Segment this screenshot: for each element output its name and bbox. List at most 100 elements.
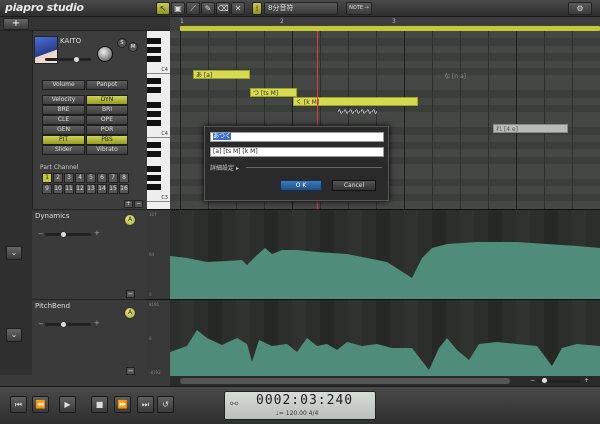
mute-button[interactable]: M — [128, 42, 138, 52]
collapse-param-button[interactable]: − — [126, 367, 135, 375]
channel-button[interactable]: 9 — [42, 184, 52, 194]
channel-button[interactable]: 4 — [75, 173, 85, 183]
channel-button[interactable]: 15 — [108, 184, 118, 194]
channel-button[interactable]: 7 — [108, 173, 118, 183]
go-end-button[interactable]: ⏭ — [137, 396, 154, 413]
bre-button[interactable]: BRE — [42, 105, 85, 115]
volume-button[interactable]: Volume — [42, 80, 85, 90]
add-param-button[interactable]: + — [124, 200, 133, 208]
zoom-slider-thumb[interactable] — [541, 377, 548, 384]
param-slider[interactable] — [45, 323, 91, 326]
snap-select[interactable]: 8分音符 — [264, 2, 338, 15]
note-block[interactable]: れ [4 e] — [493, 124, 568, 133]
black-key[interactable] — [147, 175, 161, 181]
param-slider-thumb[interactable] — [60, 231, 67, 238]
param-slider[interactable] — [45, 233, 91, 236]
param-slider-thumb[interactable] — [60, 321, 67, 328]
rewind-button[interactable]: ⏪ — [32, 396, 49, 413]
octave-label: C4 — [161, 67, 168, 73]
volume-slider-thumb[interactable] — [73, 56, 80, 63]
note-block[interactable]: く [k M] — [293, 97, 418, 106]
black-key[interactable] — [147, 47, 161, 53]
line-tool-button[interactable]: ⟋ — [186, 2, 200, 15]
channel-button[interactable]: 14 — [97, 184, 107, 194]
velocity-button[interactable]: Velocity — [42, 95, 85, 105]
add-track-button[interactable]: + — [3, 18, 29, 30]
collapse-param-button[interactable]: − — [126, 290, 135, 298]
remove-param-button[interactable]: − — [134, 200, 143, 208]
note-block[interactable]: あ [a] — [193, 70, 250, 79]
channel-button[interactable]: 12 — [75, 184, 85, 194]
black-key[interactable] — [147, 166, 161, 172]
vibrato-button[interactable]: Vibrato — [86, 145, 128, 155]
dynamics-curve-area[interactable]: 127 64 0 — [147, 209, 600, 299]
arrow-tool-button[interactable]: ↖ — [156, 2, 170, 15]
channel-button[interactable]: 3 — [64, 173, 74, 183]
channel-button[interactable]: 16 — [119, 184, 129, 194]
channel-button[interactable]: 1 — [42, 173, 52, 183]
channel-button[interactable]: 11 — [64, 184, 74, 194]
param-edit-button[interactable]: A — [124, 307, 136, 319]
black-key[interactable] — [147, 120, 161, 126]
pitchbend-curve-area[interactable]: 8191 0 -8192 — [147, 299, 600, 376]
cancel-button[interactable]: Cancel — [332, 180, 376, 191]
ok-button[interactable]: O K — [280, 180, 322, 191]
pencil-tool-button[interactable]: ✎ — [201, 2, 215, 15]
gen-button[interactable]: GEN — [42, 125, 85, 135]
black-key[interactable] — [147, 87, 161, 93]
loop-button[interactable]: ↺ — [157, 396, 174, 413]
channel-button[interactable]: 5 — [86, 173, 96, 183]
expand-pitchbend-button[interactable]: ⌄ — [6, 328, 22, 342]
gear-icon[interactable]: ⚙ — [568, 2, 592, 15]
dyn-button[interactable]: DYN — [86, 95, 128, 105]
black-key[interactable] — [147, 38, 161, 44]
grid-toggle-button[interactable]: ⁞ — [252, 2, 262, 15]
black-key[interactable] — [147, 111, 161, 117]
black-key[interactable] — [147, 151, 161, 157]
bri-button[interactable]: BRI — [86, 105, 128, 115]
note-block[interactable]: つ [ts M] — [250, 88, 297, 97]
channel-button[interactable]: 2 — [53, 173, 63, 183]
part-channel-label: Part Channel — [40, 164, 79, 171]
pbs-button[interactable]: PBS — [86, 135, 128, 145]
black-key[interactable] — [147, 142, 161, 148]
lyric-input[interactable]: あつく — [210, 132, 384, 142]
pit-button[interactable]: PIT — [42, 135, 85, 145]
close-x-tool-button[interactable]: ✕ — [231, 2, 245, 15]
play-button[interactable]: ▶ — [59, 396, 76, 413]
channel-button[interactable]: 6 — [97, 173, 107, 183]
channel-button[interactable]: 8 — [119, 173, 129, 183]
note-mode-button[interactable]: NOTE → — [346, 2, 372, 15]
fast-forward-button[interactable]: ⏩ — [114, 396, 131, 413]
channel-button[interactable]: 10 — [53, 184, 63, 194]
phoneme-input[interactable]: [a] [ts M] [k M] — [210, 147, 384, 157]
expand-dynamics-button[interactable]: ⌄ — [6, 246, 22, 260]
zoom-in-icon[interactable]: + — [584, 377, 589, 384]
channel-button[interactable]: 13 — [86, 184, 96, 194]
go-start-button[interactable]: ⏮ — [10, 396, 27, 413]
scroll-thumb[interactable] — [180, 378, 510, 384]
horizontal-scrollbar[interactable]: − + — [170, 376, 600, 386]
ope-button[interactable]: OPE — [86, 115, 128, 125]
black-key[interactable] — [147, 102, 161, 108]
octave-label: C3 — [161, 195, 168, 201]
piano-keyboard[interactable]: C4 C4 C3 — [147, 31, 170, 209]
black-key[interactable] — [147, 184, 161, 190]
pan-knob[interactable] — [97, 46, 113, 62]
select-tool-button[interactable]: ▣ — [171, 2, 185, 15]
note-block[interactable]: な [n a] — [444, 71, 466, 80]
zoom-out-icon[interactable]: − — [530, 377, 535, 384]
param-edit-button[interactable]: A — [124, 214, 136, 226]
por-button[interactable]: POR — [86, 125, 128, 135]
solo-button[interactable]: S — [117, 38, 127, 48]
volume-slider[interactable] — [45, 58, 91, 61]
black-key[interactable] — [147, 56, 161, 62]
eraser-tool-button[interactable]: ⌫ — [216, 2, 230, 15]
advanced-settings-toggle[interactable]: 詳細設定 ▸ — [210, 163, 239, 172]
black-key[interactable] — [147, 78, 161, 84]
pitchbend-curve — [170, 300, 600, 376]
stop-button[interactable]: ■ — [91, 396, 108, 413]
slider-button[interactable]: Slider — [42, 145, 85, 155]
panpot-button[interactable]: Panpot — [86, 80, 128, 90]
cle-button[interactable]: CLE — [42, 115, 85, 125]
